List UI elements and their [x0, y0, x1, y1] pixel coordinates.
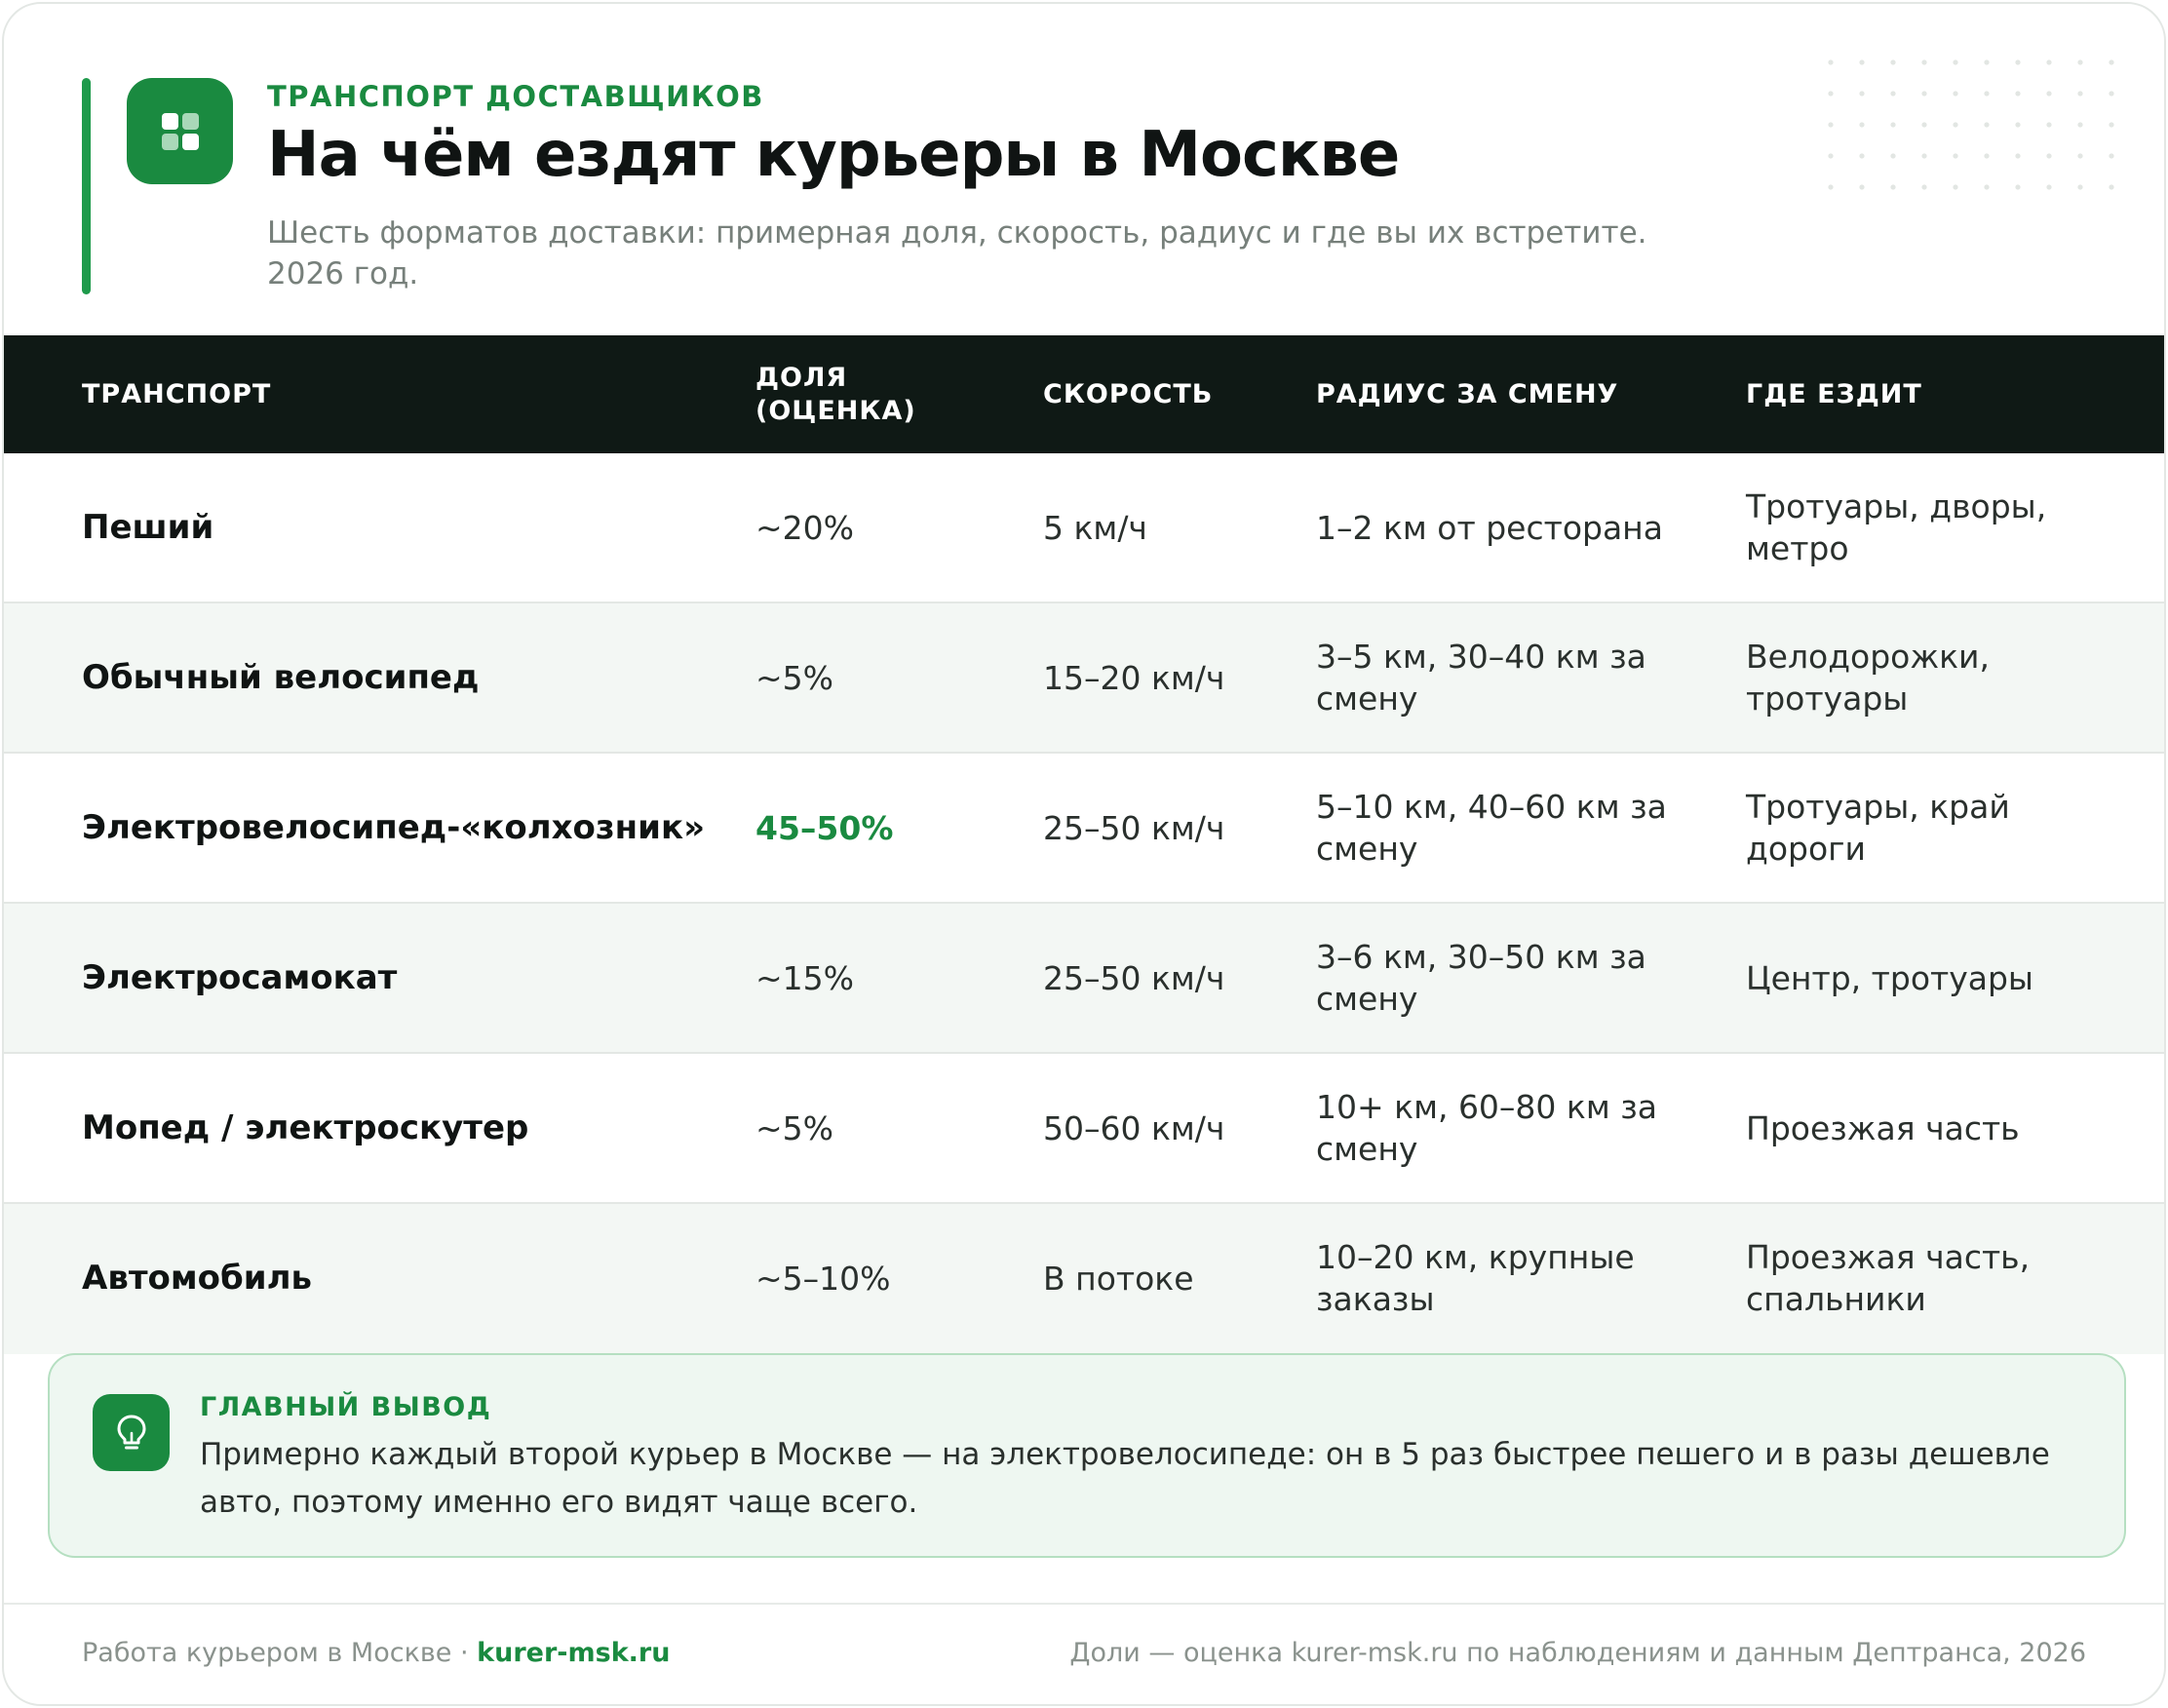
- column-header-share: ДОЛЯ (ОЦЕНКА): [755, 362, 916, 426]
- cell-speed: 25–50 км/ч: [1043, 808, 1225, 847]
- cell-share: ~5%: [755, 1108, 834, 1147]
- conclusion-box: ГЛАВНЫЙ ВЫВОД Примерно каждый второй кур…: [48, 1353, 2126, 1558]
- table-header: ТРАНСПОРТ ДОЛЯ (ОЦЕНКА) СКОРОСТЬ РАДИУС …: [4, 335, 2164, 453]
- column-header-speed: СКОРОСТЬ: [1043, 378, 1214, 409]
- table-row: Электросамокат ~15% 25–50 км/ч 3–6 км, 3…: [4, 904, 2164, 1054]
- cell-share: ~5–10%: [755, 1259, 891, 1298]
- cell-transport: Обычный велосипед: [82, 657, 480, 697]
- cell-radius: 3–5 км, 30–40 км за смену: [1316, 638, 1646, 718]
- cell-speed: 15–20 км/ч: [1043, 658, 1225, 697]
- column-header-radius: РАДИУС ЗА СМЕНУ: [1316, 378, 1619, 409]
- conclusion-label: ГЛАВНЫЙ ВЫВОД: [200, 1392, 492, 1422]
- cell-radius: 10+ км, 60–80 км за смену: [1316, 1088, 1657, 1168]
- decorative-dot-grid: [1815, 47, 2127, 193]
- footer-brand-link[interactable]: kurer-msk.ru: [477, 1638, 670, 1668]
- lightbulb-icon: [93, 1394, 170, 1471]
- conclusion-text: Примерно каждый второй курьер в Москве —…: [200, 1437, 2050, 1520]
- cell-radius: 1–2 км от ресторана: [1316, 508, 1663, 547]
- page-subtitle: Шесть форматов доставки: примерная доля,…: [267, 215, 1647, 291]
- cell-transport: Пеший: [82, 507, 214, 547]
- cell-where: Центр, тротуары: [1746, 958, 2033, 997]
- cell-share: ~15%: [755, 958, 854, 997]
- cell-speed: 50–60 км/ч: [1043, 1108, 1225, 1147]
- footer-site-caption: Работа курьером в Москве ·: [82, 1638, 478, 1668]
- table-row: Пеший ~20% 5 км/ч 1–2 км от ресторана Тр…: [4, 453, 2164, 603]
- grid-icon: [127, 78, 233, 184]
- cell-transport: Электровелосипед-«колхозник»: [82, 807, 706, 847]
- footer-source-note: Доли — оценка kurer-msk.ru по наблюдения…: [1069, 1638, 2086, 1668]
- cell-where: Проезжая часть, спальники: [1746, 1238, 2031, 1318]
- page-title: На чём ездят курьеры в Москве: [267, 119, 1400, 191]
- column-header-transport: ТРАНСПОРТ: [82, 378, 272, 409]
- footer-divider: [4, 1603, 2164, 1605]
- cell-where: Велодорожки, тротуары: [1746, 638, 1990, 718]
- cell-share: ~5%: [755, 658, 834, 697]
- column-header-where: ГДЕ ЕЗДИТ: [1746, 378, 1922, 409]
- cell-transport: Мопед / электроскутер: [82, 1107, 529, 1147]
- cell-radius: 10–20 км, крупные заказы: [1316, 1238, 1635, 1318]
- cell-radius: 3–6 км, 30–50 км за смену: [1316, 938, 1646, 1018]
- table-row: Электровелосипед-«колхозник» 45–50% 25–5…: [4, 754, 2164, 904]
- table-row: Автомобиль ~5–10% В потоке 10–20 км, кру…: [4, 1204, 2164, 1354]
- cell-where: Тротуары, дворы, метро: [1746, 487, 2047, 567]
- footer-left: Работа курьером в Москве · kurer-msk.ru: [82, 1638, 670, 1668]
- cell-radius: 5–10 км, 40–60 км за смену: [1316, 788, 1667, 868]
- cell-transport: Электросамокат: [82, 957, 398, 997]
- cell-speed: В потоке: [1043, 1259, 1194, 1298]
- cell-share: ~20%: [755, 508, 854, 547]
- table-row: Обычный велосипед ~5% 15–20 км/ч 3–5 км,…: [4, 603, 2164, 754]
- cell-share-highlight: 45–50%: [755, 808, 894, 847]
- cell-where: Тротуары, край дороги: [1746, 788, 2010, 868]
- cell-where: Проезжая часть: [1746, 1108, 2020, 1147]
- cell-transport: Автомобиль: [82, 1258, 313, 1298]
- table-row: Мопед / электроскутер ~5% 50–60 км/ч 10+…: [4, 1054, 2164, 1204]
- cell-speed: 25–50 км/ч: [1043, 958, 1225, 997]
- transport-table: ТРАНСПОРТ ДОЛЯ (ОЦЕНКА) СКОРОСТЬ РАДИУС …: [4, 335, 2164, 1354]
- cell-speed: 5 км/ч: [1043, 508, 1147, 547]
- eyebrow-label: ТРАНСПОРТ ДОСТАВЩИКОВ: [267, 80, 764, 113]
- accent-bar: [82, 78, 91, 294]
- infographic-card: ТРАНСПОРТ ДОСТАВЩИКОВ На чём ездят курье…: [2, 2, 2166, 1706]
